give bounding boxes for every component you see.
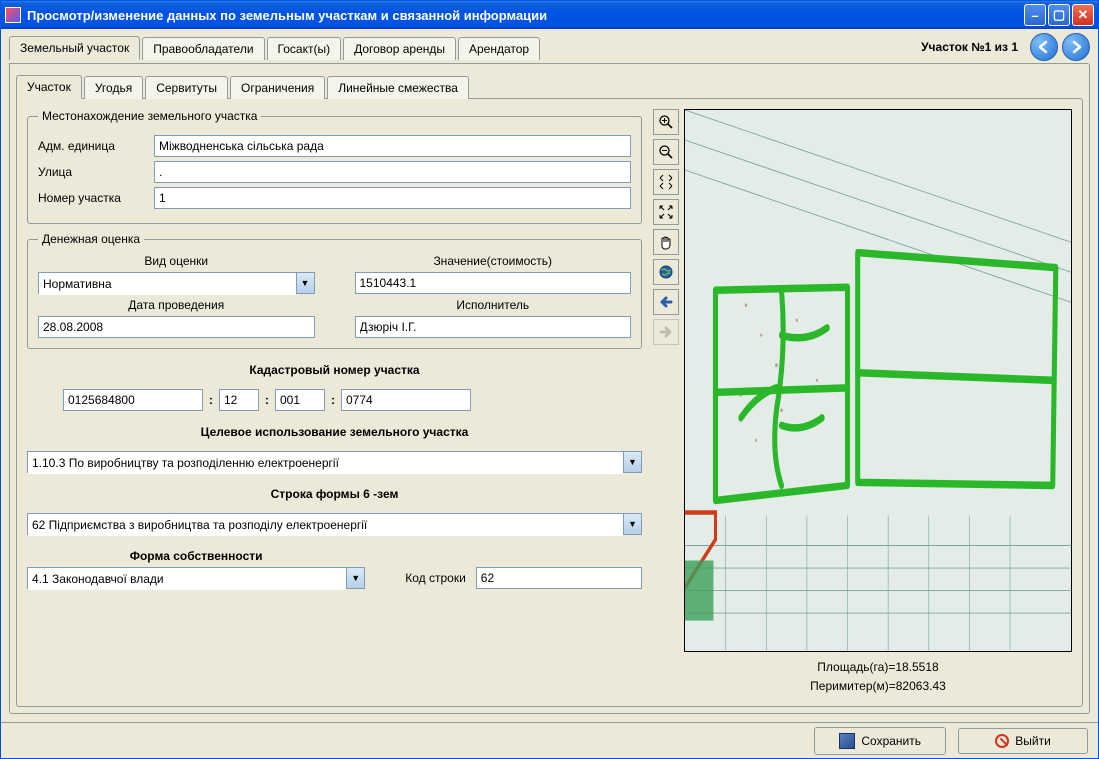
form6-combo[interactable]: ▼ <box>27 513 642 535</box>
fullscreen-icon <box>658 204 674 220</box>
valuation-type-label: Вид оценки <box>38 254 315 268</box>
ownership-combo[interactable]: ▼ <box>27 567 365 589</box>
minimize-button[interactable]: – <box>1024 4 1046 26</box>
zoom-out-button[interactable] <box>653 139 679 165</box>
purpose-combo[interactable]: ▼ <box>27 451 642 473</box>
pan-hand-icon <box>658 234 674 250</box>
arrow-left-icon <box>658 294 674 310</box>
rowcode-label: Код строки <box>405 571 466 585</box>
globe-button[interactable] <box>653 259 679 285</box>
app-icon <box>5 7 21 23</box>
ownership-input[interactable] <box>28 568 346 590</box>
record-counter: Участок №1 из 1 <box>542 40 1030 54</box>
location-fieldset: Местонахождение земельного участка Адм. … <box>27 109 642 224</box>
chevron-down-icon[interactable]: ▼ <box>296 273 314 293</box>
exit-button[interactable]: Выйти <box>958 728 1088 754</box>
tab-servitudes[interactable]: Сервитуты <box>145 76 228 99</box>
tab-lessee[interactable]: Арендатор <box>458 37 540 60</box>
arrow-right-icon <box>1069 40 1083 54</box>
cadastral-p3-input[interactable] <box>275 389 325 411</box>
tab-lease[interactable]: Договор аренды <box>343 37 456 60</box>
maximize-button[interactable]: ▢ <box>1048 4 1070 26</box>
street-label: Улица <box>38 165 148 179</box>
map-area-label: Площадь(га)=18.5518 <box>684 658 1072 677</box>
tab-linear-adjacency[interactable]: Линейные смежества <box>327 76 469 99</box>
cadastral-sep: : <box>209 393 213 407</box>
save-button-label: Сохранить <box>861 734 921 748</box>
fit-width-button[interactable] <box>653 169 679 195</box>
valuation-type-combo[interactable]: ▼ <box>38 272 315 294</box>
location-legend: Местонахождение земельного участка <box>38 109 261 123</box>
cadastral-p4-input[interactable] <box>341 389 471 411</box>
save-icon <box>839 733 855 749</box>
parcel-num-input[interactable] <box>154 187 631 209</box>
arrow-left-icon <box>1037 40 1051 54</box>
valuation-exec-input[interactable] <box>355 316 632 338</box>
cadastral-p2-input[interactable] <box>219 389 259 411</box>
zoom-in-button[interactable] <box>653 109 679 135</box>
tab-lands[interactable]: Угодья <box>84 76 143 99</box>
fullscreen-button[interactable] <box>653 199 679 225</box>
purpose-title: Целевое использование земельного участка <box>27 425 642 439</box>
valuation-value-input[interactable] <box>355 272 632 294</box>
tab-restrictions[interactable]: Ограничения <box>230 76 325 99</box>
arrow-right-icon <box>658 324 674 340</box>
valuation-fieldset: Денежная оценка Вид оценки ▼ Дата провед… <box>27 232 642 349</box>
valuation-legend: Денежная оценка <box>38 232 144 246</box>
street-input[interactable] <box>154 161 631 183</box>
globe-icon <box>658 264 674 280</box>
purpose-input[interactable] <box>28 452 623 474</box>
adm-unit-label: Адм. единица <box>38 139 148 153</box>
map-toolbar <box>652 109 680 696</box>
prev-record-button[interactable] <box>1030 33 1058 61</box>
window-title: Просмотр/изменение данных по земельным у… <box>27 8 1024 23</box>
parcel-num-label: Номер участка <box>38 191 148 205</box>
cadastral-title: Кадастровый номер участка <box>27 363 642 377</box>
close-button[interactable]: ✕ <box>1072 4 1094 26</box>
cadastral-p1-input[interactable] <box>63 389 203 411</box>
valuation-exec-label: Исполнитель <box>355 298 632 312</box>
map-perimeter-label: Перимитер(м)=82063.43 <box>684 677 1072 696</box>
chevron-down-icon[interactable]: ▼ <box>346 568 364 588</box>
save-button[interactable]: Сохранить <box>814 727 946 755</box>
tab-rightholders[interactable]: Правообладатели <box>142 37 264 60</box>
exit-icon <box>995 734 1009 748</box>
next-record-button[interactable] <box>1062 33 1090 61</box>
footer: Сохранить Выйти <box>1 722 1098 758</box>
map-next-button[interactable] <box>653 319 679 345</box>
form6-title: Строка формы 6 -зем <box>27 487 642 501</box>
valuation-date-input[interactable] <box>38 316 315 338</box>
fit-width-icon <box>658 174 674 190</box>
tab-parcel[interactable]: Участок <box>16 75 82 99</box>
sub-tabs: Участок Угодья Сервитуты Ограничения Лин… <box>16 74 1083 98</box>
zoom-in-icon <box>658 114 674 130</box>
valuation-value-label: Значение(стоимость) <box>355 254 632 268</box>
cadastral-number-row: : : : <box>27 389 642 411</box>
ownership-title: Форма собственности <box>27 549 365 563</box>
valuation-date-label: Дата проведения <box>38 298 315 312</box>
exit-button-label: Выйти <box>1015 734 1051 748</box>
window: Просмотр/изменение данных по земельным у… <box>0 0 1099 759</box>
cadastral-sep: : <box>265 393 269 407</box>
zoom-out-icon <box>658 144 674 160</box>
tab-land-plot[interactable]: Земельный участок <box>9 36 140 60</box>
chevron-down-icon[interactable]: ▼ <box>623 514 641 534</box>
map-viewport[interactable] <box>684 109 1072 652</box>
pan-button[interactable] <box>653 229 679 255</box>
titlebar: Просмотр/изменение данных по земельным у… <box>1 1 1098 29</box>
cadastral-sep: : <box>331 393 335 407</box>
main-tabs: Земельный участок Правообладатели Госакт… <box>9 35 542 59</box>
adm-unit-input[interactable] <box>154 135 631 157</box>
valuation-type-input[interactable] <box>39 273 296 295</box>
chevron-down-icon[interactable]: ▼ <box>623 452 641 472</box>
map-prev-button[interactable] <box>653 289 679 315</box>
form6-input[interactable] <box>28 514 623 536</box>
tab-gosakt[interactable]: Госакт(ы) <box>267 37 342 60</box>
rowcode-input[interactable] <box>476 567 642 589</box>
